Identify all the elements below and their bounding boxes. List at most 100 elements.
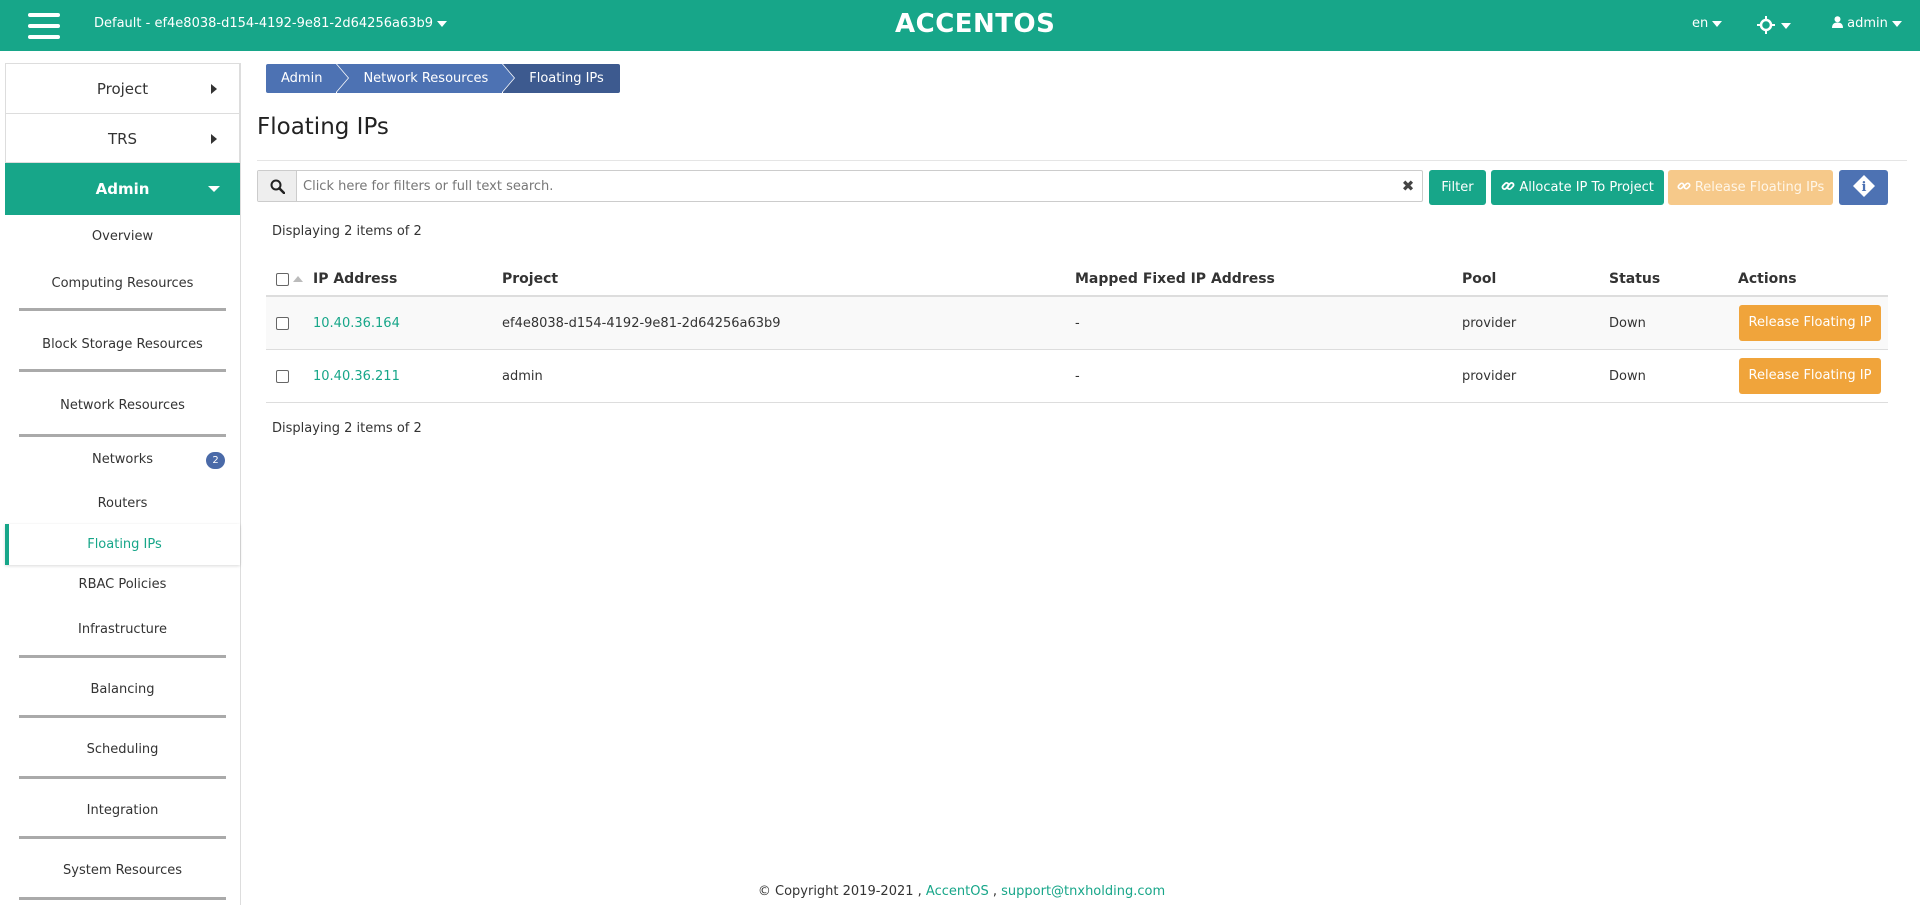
svg-text:i: i bbox=[1861, 180, 1866, 195]
sidebar-item-label: Routers bbox=[97, 496, 148, 511]
release-floating-ips-label: Release Floating IPs bbox=[1694, 180, 1825, 195]
status-cell: Down bbox=[1609, 316, 1646, 331]
support-email-link[interactable]: support@tnxholding.com bbox=[1001, 884, 1165, 899]
sidebar-item-label: Project bbox=[96, 80, 149, 98]
sidebar-item-balancing[interactable]: Balancing bbox=[5, 666, 240, 726]
sidebar-item-rbac-policies[interactable]: RBAC Policies bbox=[5, 565, 240, 605]
chevron-right-icon bbox=[211, 84, 217, 94]
breadcrumb-item-floating-ips: Floating IPs bbox=[503, 64, 620, 93]
sidebar-item-overview[interactable]: Overview bbox=[5, 215, 240, 260]
brand-link[interactable]: AccentOS bbox=[926, 884, 989, 899]
sidebar-item-label: Network Resources bbox=[60, 398, 185, 413]
search-input[interactable] bbox=[297, 171, 1394, 201]
clear-search-icon[interactable]: ✖ bbox=[1394, 171, 1422, 201]
project-selector[interactable]: Default - ef4e8038-d154-4192-9e81-2d6425… bbox=[94, 16, 448, 31]
mapped-ip-cell: - bbox=[1075, 369, 1080, 384]
sidebar-item-networks[interactable]: Networks 2 bbox=[5, 440, 240, 483]
sidebar-item-routers[interactable]: Routers bbox=[5, 483, 240, 524]
sidebar-item-admin[interactable]: Admin bbox=[5, 163, 240, 215]
sidebar: Project TRS Admin Overview Computing Res… bbox=[5, 63, 241, 905]
sidebar-item-label: System Resources bbox=[63, 863, 182, 878]
sidebar-item-label: Integration bbox=[86, 803, 159, 818]
sidebar-item-label: Floating IPs bbox=[87, 537, 162, 552]
divider bbox=[257, 160, 1907, 161]
top-navbar: Default - ef4e8038-d154-4192-9e81-2d6425… bbox=[0, 0, 1920, 51]
column-header-actions: Actions bbox=[1738, 271, 1797, 287]
sidebar-item-label: Computing Resources bbox=[51, 276, 194, 291]
hamburger-menu-icon[interactable] bbox=[28, 13, 60, 39]
sidebar-item-floating-ips[interactable]: Floating IPs bbox=[5, 524, 240, 565]
search-icon bbox=[258, 171, 297, 201]
release-floating-ips-button[interactable]: Release Floating IPs bbox=[1668, 170, 1833, 205]
sidebar-item-block-storage[interactable]: Block Storage Resources bbox=[5, 319, 240, 380]
link-icon bbox=[1501, 182, 1515, 190]
footer-separator: , bbox=[992, 884, 997, 899]
allocate-ip-button[interactable]: Allocate IP To Project bbox=[1491, 170, 1664, 205]
project-selector-label: Default - ef4e8038-d154-4192-9e81-2d6425… bbox=[94, 16, 434, 31]
sidebar-item-label: Networks bbox=[91, 452, 154, 467]
floating-ips-table: IP Address Project Mapped Fixed IP Addre… bbox=[266, 262, 1888, 403]
sidebar-item-infrastructure[interactable]: Infrastructure bbox=[5, 605, 240, 666]
ip-address-link[interactable]: 10.40.36.164 bbox=[313, 297, 400, 350]
release-floating-ip-button[interactable]: Release Floating IP bbox=[1739, 305, 1881, 341]
project-cell: ef4e8038-d154-4192-9e81-2d64256a63b9 bbox=[502, 316, 781, 331]
pool-cell: provider bbox=[1462, 316, 1517, 331]
sidebar-item-label: Scheduling bbox=[86, 742, 159, 757]
gear-icon bbox=[1757, 16, 1791, 34]
info-button[interactable]: i bbox=[1839, 170, 1888, 205]
breadcrumb-item-network-resources[interactable]: Network Resources bbox=[337, 64, 516, 93]
breadcrumb-item-admin[interactable]: Admin bbox=[266, 64, 350, 93]
user-icon bbox=[1832, 16, 1843, 28]
sort-asc-icon[interactable] bbox=[293, 276, 303, 282]
column-header-status[interactable]: Status bbox=[1609, 262, 1660, 297]
sidebar-item-label: TRS bbox=[107, 130, 138, 148]
mapped-ip-cell: - bbox=[1075, 316, 1080, 331]
ip-address-link[interactable]: 10.40.36.211 bbox=[313, 350, 400, 403]
count-badge: 2 bbox=[206, 452, 225, 469]
language-selector[interactable]: en bbox=[1692, 16, 1723, 31]
breadcrumb: Admin Network Resources Floating IPs bbox=[266, 64, 621, 93]
language-label: en bbox=[1692, 16, 1709, 31]
status-cell: Down bbox=[1609, 369, 1646, 384]
page-title: Floating IPs bbox=[257, 114, 389, 140]
filter-button[interactable]: Filter bbox=[1429, 170, 1486, 205]
chevron-down-icon bbox=[437, 20, 448, 27]
sidebar-item-computing-resources[interactable]: Computing Resources bbox=[5, 260, 240, 319]
column-header-ip[interactable]: IP Address bbox=[313, 262, 397, 297]
copyright-text: © Copyright 2019-2021 , bbox=[757, 884, 922, 899]
select-all-checkbox[interactable] bbox=[276, 273, 289, 286]
sidebar-item-network-resources[interactable]: Network Resources bbox=[5, 380, 240, 434]
sidebar-item-trs[interactable]: TRS bbox=[5, 113, 240, 163]
divider bbox=[19, 434, 226, 437]
chevron-down-icon bbox=[1891, 20, 1902, 27]
sidebar-item-scheduling[interactable]: Scheduling bbox=[5, 726, 240, 787]
sidebar-item-label: Block Storage Resources bbox=[42, 337, 203, 352]
column-header-pool[interactable]: Pool bbox=[1462, 262, 1496, 297]
user-name: admin bbox=[1847, 16, 1888, 31]
chevron-right-icon bbox=[211, 134, 217, 144]
release-floating-ip-button[interactable]: Release Floating IP bbox=[1739, 358, 1881, 394]
table-row: 10.40.36.164 ef4e8038-d154-4192-9e81-2d6… bbox=[266, 297, 1888, 350]
sidebar-item-project[interactable]: Project bbox=[5, 63, 240, 113]
row-checkbox[interactable] bbox=[276, 317, 289, 330]
column-header-project[interactable]: Project bbox=[502, 262, 558, 297]
sidebar-item-label: Admin bbox=[95, 180, 150, 198]
project-cell: admin bbox=[502, 369, 543, 384]
column-header-mapped-ip[interactable]: Mapped Fixed IP Address bbox=[1075, 262, 1275, 297]
table-row: 10.40.36.211 admin - provider Down Relea… bbox=[266, 350, 1888, 403]
allocate-ip-label: Allocate IP To Project bbox=[1519, 180, 1654, 195]
chevron-down-icon bbox=[1712, 20, 1723, 27]
footer: © Copyright 2019-2021 , AccentOS , suppo… bbox=[0, 884, 1920, 899]
search-bar: ✖ bbox=[257, 170, 1423, 202]
row-checkbox[interactable] bbox=[276, 370, 289, 383]
chevron-down-icon bbox=[208, 186, 220, 192]
unlink-icon bbox=[1677, 182, 1691, 190]
sidebar-item-integration[interactable]: Integration bbox=[5, 787, 240, 847]
display-count-bottom: Displaying 2 items of 2 bbox=[272, 421, 422, 436]
user-menu[interactable]: admin bbox=[1832, 16, 1902, 31]
info-icon: i bbox=[1852, 175, 1875, 197]
sidebar-item-label: RBAC Policies bbox=[78, 577, 167, 592]
pool-cell: provider bbox=[1462, 369, 1517, 384]
sidebar-item-label: Infrastructure bbox=[78, 622, 167, 637]
theme-menu[interactable] bbox=[1757, 14, 1791, 40]
